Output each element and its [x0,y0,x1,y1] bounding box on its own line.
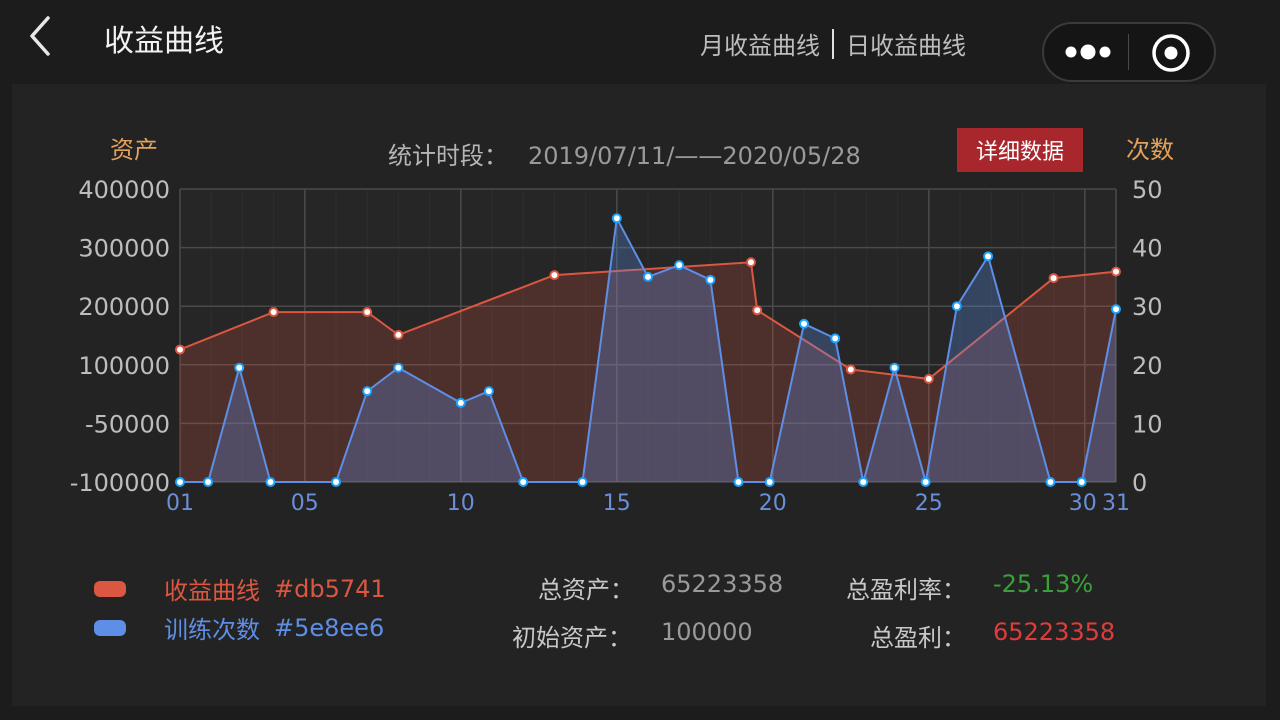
left-axis-tick-label: -100000 [70,469,170,497]
data-point-training [483,386,494,397]
legend-item-income: 收益曲线 #db5741 [94,571,386,606]
right-axis-tick-label: 40 [1132,235,1163,263]
x-axis-tick-label: 25 [915,491,943,516]
right-axis-tick-label: 30 [1132,293,1163,321]
data-point-income [362,307,373,318]
data-point-training [611,213,622,224]
total-profit-value: 65223358 [993,618,1116,646]
data-point-training [951,301,962,312]
data-point-income [1048,273,1059,284]
total-assets-label: 总资产： [538,576,634,604]
total-assets-value: 65223358 [661,570,784,598]
data-point-income [549,270,560,281]
data-point-training [764,477,775,487]
data-point-training [674,260,685,271]
data-point-training [799,318,809,329]
data-point-training [362,386,373,397]
legend-swatch-training [94,619,126,636]
total-profit-label: 总盈利： [870,624,966,652]
data-point-training [393,362,404,373]
data-point-income [923,373,934,384]
data-point-training [830,333,841,344]
left-axis-tick-label: -50000 [85,410,170,438]
x-axis-tick-label: 31 [1102,491,1130,516]
data-point-training [1111,304,1121,315]
right-axis-tick-label: 10 [1132,410,1163,438]
x-axis-tick-label: 15 [603,491,631,516]
profit-rate: 总盈利率： -25.13% [846,570,1093,605]
x-axis-tick-label: 05 [291,491,319,516]
initial-assets: 初始资产： 100000 [512,618,753,653]
legend-swatch-income [94,580,126,597]
x-axis-tick-label: 01 [166,491,194,516]
legend-label-income: 收益曲线 [164,577,260,605]
data-point-income [745,257,756,268]
initial-assets-value: 100000 [661,618,753,646]
right-axis-tick-label: 50 [1132,176,1163,204]
profit-rate-value: -25.13% [993,570,1094,598]
data-point-training [733,477,744,487]
data-point-training [1045,477,1056,487]
total-profit: 总盈利： 65223358 [870,618,1115,653]
data-point-training [331,477,341,487]
data-point-training [203,477,214,487]
left-axis-tick-label: 200000 [78,293,170,321]
right-axis-tick-label: 0 [1132,469,1147,497]
data-point-training [643,271,653,282]
data-point-training [265,477,276,487]
x-axis-tick-label: 20 [759,491,787,516]
data-point-training [705,274,716,285]
data-point-income [752,305,763,316]
right-axis-tick-label: 20 [1132,352,1163,380]
legend-code-training: #5e8ee6 [274,613,385,642]
left-axis-tick-label: 400000 [78,176,170,204]
data-point-training [234,362,245,373]
legend-code-income: #db5741 [274,574,386,603]
data-point-training [920,477,931,487]
initial-assets-label: 初始资产： [512,624,632,652]
data-point-training [577,477,588,487]
data-point-training [858,477,869,487]
data-point-income [845,364,856,375]
data-point-training [175,477,185,487]
data-point-income [268,307,279,318]
data-point-income [175,344,185,355]
legend-label-training: 训练次数 [164,616,260,644]
data-point-training [1076,477,1087,487]
data-point-training [455,397,466,408]
data-point-income [1111,266,1121,277]
data-point-training [518,477,529,487]
data-point-training [983,251,994,262]
x-axis-tick-label: 30 [1069,491,1097,516]
profit-rate-label: 总盈利率： [846,576,966,604]
left-axis-tick-label: 300000 [78,235,170,263]
data-point-training [889,362,900,373]
total-assets: 总资产： 65223358 [538,570,783,605]
legend-item-training: 训练次数 #5e8ee6 [94,610,384,645]
x-axis-tick-label: 10 [447,491,475,516]
left-axis-tick-label: 100000 [78,352,170,380]
data-point-income [393,329,404,340]
income-chart: 400000 300000 200000 100000 -50000 -100000 50 4… [70,176,1163,516]
